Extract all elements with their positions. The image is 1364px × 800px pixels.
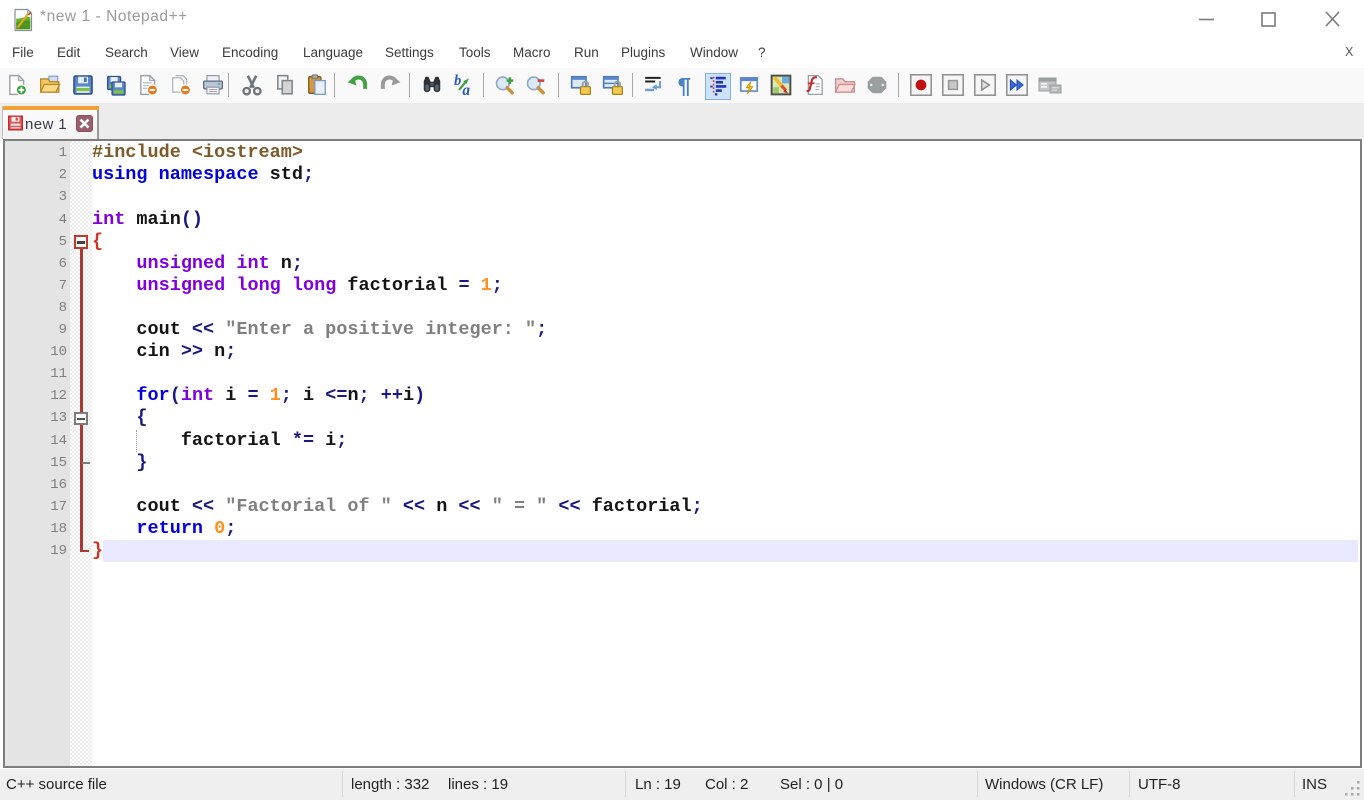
svg-text:b: b: [454, 74, 461, 89]
svg-text:¶: ¶: [678, 74, 691, 96]
